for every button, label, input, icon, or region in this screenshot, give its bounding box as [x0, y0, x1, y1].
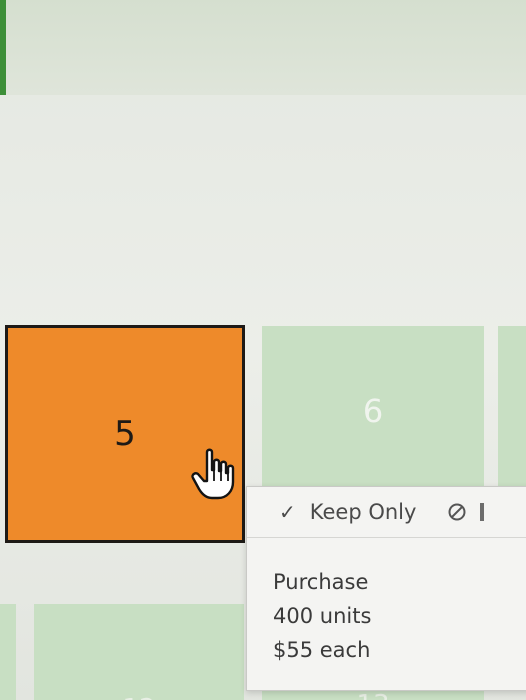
tooltip-actions: ✓ Keep Only	[247, 487, 526, 538]
keep-only-button[interactable]: ✓ Keep Only	[279, 500, 416, 524]
check-icon: ✓	[279, 500, 296, 524]
exclude-button-partial[interactable]	[480, 503, 485, 521]
tile-label: 5	[114, 414, 136, 454]
header-band	[0, 0, 526, 95]
screen: 5 6 12 13 ✓ Keep Only Purchase	[0, 0, 526, 700]
grid-tile-7[interactable]	[498, 326, 526, 496]
tile-label: 12	[122, 694, 155, 700]
tooltip-line-action: Purchase	[273, 570, 369, 594]
accent-bar	[0, 0, 6, 95]
tooltip: ✓ Keep Only Purchase 400 units $55 each	[246, 486, 526, 691]
exclude-icon[interactable]	[448, 503, 466, 521]
keep-only-label: Keep Only	[309, 500, 417, 524]
hand-cursor-icon	[191, 448, 235, 500]
grid-tile-12[interactable]: 12	[34, 604, 244, 700]
grid-tile-11[interactable]	[0, 604, 16, 700]
tooltip-line-quantity: 400 units	[273, 604, 372, 628]
tooltip-body: Purchase 400 units $55 each	[273, 565, 371, 667]
tile-label: 6	[362, 392, 384, 430]
grid-tile-6[interactable]: 6	[262, 326, 484, 496]
tile-label: 13	[356, 690, 389, 700]
tooltip-line-price: $55 each	[273, 638, 371, 662]
grid-tile-5-selected[interactable]: 5	[5, 325, 245, 543]
